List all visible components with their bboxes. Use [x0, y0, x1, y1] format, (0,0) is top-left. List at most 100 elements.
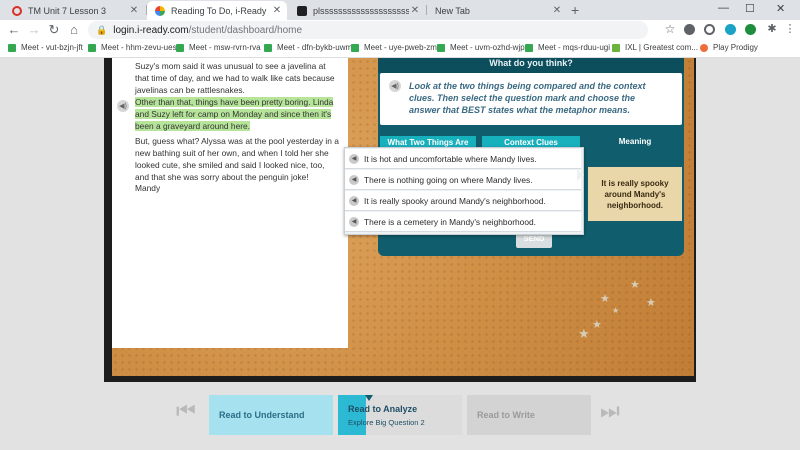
answer-option[interactable]: ◀ There is nothing going on where Mandy … — [345, 170, 581, 190]
answer-option-text: It is hot and uncomfortable where Mandy … — [364, 153, 537, 164]
maximize-button[interactable]: ☐ — [745, 2, 755, 15]
step-read-to-analyze[interactable]: Read to Analyze Explore Big Question 2 — [338, 395, 462, 435]
bookmark-item[interactable]: Meet - uvm-ozhd-wjp — [437, 43, 525, 52]
extension-icon[interactable] — [725, 24, 736, 35]
close-icon[interactable]: ✕ — [271, 5, 283, 16]
passage-paper: Suzy's mom said it was unusual to see a … — [112, 58, 348, 348]
bookmark-star-icon[interactable]: ☆ — [662, 22, 678, 36]
star-decoration-icon: ★ — [592, 319, 602, 331]
tab-label: New Tab — [435, 5, 470, 16]
document-favicon-icon — [297, 5, 307, 16]
back-arrow-icon[interactable]: ← — [6, 22, 22, 37]
bookmark-label: Play Prodigy — [713, 43, 758, 52]
star-decoration-icon: ★ — [578, 326, 590, 341]
close-icon[interactable]: ✕ — [409, 5, 421, 16]
bookmark-label: Meet - dfn-bykb-uwm — [277, 43, 353, 52]
answer-option-text: It is really spooky around Mandy's neigh… — [364, 195, 546, 206]
bookmark-item[interactable]: Meet - hhm-zevu-ues — [88, 43, 177, 52]
question-header: What do you think? — [378, 58, 684, 73]
address-bar[interactable]: 🔒 login.i-ready.com/student/dashboard/ho… — [88, 21, 648, 39]
minimize-button[interactable]: — — [718, 2, 729, 14]
forward-arrow-icon[interactable]: → — [26, 22, 42, 37]
puzzle-extensions-icon[interactable]: ✱ — [764, 22, 780, 35]
passage-paragraph: Suzy's mom said it was unusual to see a … — [135, 61, 335, 95]
tab-label: plssssssssssssssssssssssss — [313, 5, 409, 16]
step-label: Read to Understand — [219, 410, 305, 420]
tab-strip: TM Unit 7 Lesson 3 ✕ Reading To Do, i-Re… — [0, 0, 800, 20]
speaker-icon[interactable]: ◀) — [117, 100, 129, 112]
highlighted-text: Other than that, things have been pretty… — [135, 97, 334, 131]
bookmark-item[interactable]: Meet - uye-pweb-zmf — [351, 43, 439, 52]
speaker-icon[interactable]: ◀) — [389, 80, 401, 92]
passage-signature: Mandy — [135, 183, 161, 193]
popup-pointer — [577, 169, 584, 181]
iready-favicon-icon — [155, 5, 165, 16]
star-decoration-icon: ★ — [646, 297, 656, 309]
tab-label: Reading To Do, i-Ready — [171, 5, 267, 16]
speaker-icon[interactable]: ◀ — [349, 195, 359, 206]
column-header-meaning: Meaning — [586, 135, 684, 163]
meet-icon — [88, 43, 96, 52]
new-tab-button[interactable]: + — [571, 2, 579, 18]
tab-iready[interactable]: Reading To Do, i-Ready ✕ — [147, 1, 287, 20]
reload-icon[interactable]: ↻ — [46, 22, 62, 38]
extension-icon[interactable] — [684, 24, 695, 35]
meet-icon — [8, 43, 16, 52]
tab-new-tab[interactable]: New Tab ✕ — [427, 1, 567, 20]
answer-option[interactable]: ◀ It is hot and uncomfortable where Mand… — [345, 149, 581, 169]
answer-option-text: There is nothing going on where Mandy li… — [364, 174, 533, 185]
bookmark-item[interactable]: IXL | Greatest com... — [612, 43, 698, 52]
meet-icon — [437, 43, 445, 52]
next-step-icon[interactable]: ⏭ — [600, 398, 620, 424]
bookmark-label: Meet - uvm-ozhd-wjp — [450, 43, 525, 52]
step-label: Read to Analyze — [348, 403, 418, 414]
bookmark-label: Meet - mqs-rduu-ugi — [538, 43, 611, 52]
previous-step-icon[interactable]: ⏮ — [176, 398, 196, 424]
circle-favicon-icon — [12, 5, 22, 16]
bookmark-item[interactable]: Play Prodigy — [700, 43, 758, 52]
step-label: Read to Write — [477, 410, 535, 420]
extension-icon[interactable] — [745, 24, 756, 35]
prodigy-icon — [700, 43, 708, 52]
close-window-button[interactable]: ✕ — [776, 2, 785, 15]
answer-option[interactable]: ◀ There is a cemetery in Mandy's neighbo… — [345, 212, 581, 232]
tab-pls[interactable]: plssssssssssssssssssssssss ✕ — [289, 1, 425, 20]
close-icon[interactable]: ✕ — [551, 5, 563, 16]
star-decoration-icon: ★ — [600, 293, 610, 305]
bookmark-label: Meet - uye-pweb-zmf — [364, 43, 440, 52]
meet-icon — [525, 43, 533, 52]
kebab-menu-icon[interactable]: ⋮ — [782, 22, 798, 35]
close-icon[interactable]: ✕ — [128, 5, 140, 16]
bookmark-label: IXL | Greatest com... — [625, 43, 698, 52]
bookmark-item[interactable]: Meet - mqs-rduu-ugi — [525, 43, 610, 52]
url-host: login.i-ready.com — [113, 24, 189, 36]
star-decoration-icon: ★ — [630, 279, 640, 291]
answer-options-popup: ◀ It is hot and uncomfortable where Mand… — [344, 147, 584, 235]
url-path: /student/dashboard/home — [188, 24, 303, 36]
current-step-marker — [365, 395, 373, 401]
bookmark-label: Meet - vut-bzjn-jft — [21, 43, 83, 52]
bookmark-item[interactable]: Meet - msw-rvrn-rva — [176, 43, 261, 52]
speaker-icon[interactable]: ◀ — [349, 174, 359, 185]
meet-icon — [176, 43, 184, 52]
bookmark-label: Meet - hhm-zevu-ues — [101, 43, 177, 52]
step-sublabel: Explore Big Question 2 — [348, 417, 425, 427]
bookmark-label: Meet - msw-rvrn-rva — [189, 43, 261, 52]
home-icon[interactable]: ⌂ — [66, 22, 82, 37]
meet-icon — [351, 43, 359, 52]
extension-icon[interactable] — [704, 24, 715, 35]
tab-tm-unit[interactable]: TM Unit 7 Lesson 3 ✕ — [4, 1, 144, 20]
passage-paragraph-highlighted: Other than that, things have been pretty… — [135, 96, 340, 132]
bookmark-item[interactable]: Meet - dfn-bykb-uwm — [264, 43, 352, 52]
ixl-icon — [612, 43, 620, 52]
passage-paragraph: But, guess what? Alyssa was at the pool … — [135, 136, 339, 182]
bookmark-item[interactable]: Meet - vut-bzjn-jft — [8, 43, 83, 52]
lock-icon[interactable]: 🔒 — [96, 25, 107, 36]
speaker-icon[interactable]: ◀ — [349, 216, 359, 227]
speaker-icon[interactable]: ◀ — [349, 153, 359, 164]
step-read-to-understand[interactable]: Read to Understand — [209, 395, 333, 435]
meaning-answer-box[interactable]: It is really spooky around Mandy's neigh… — [588, 167, 682, 221]
answer-option[interactable]: ◀ It is really spooky around Mandy's nei… — [345, 191, 581, 211]
step-read-to-write[interactable]: Read to Write — [467, 395, 591, 435]
star-decoration-icon: ★ — [612, 306, 620, 315]
